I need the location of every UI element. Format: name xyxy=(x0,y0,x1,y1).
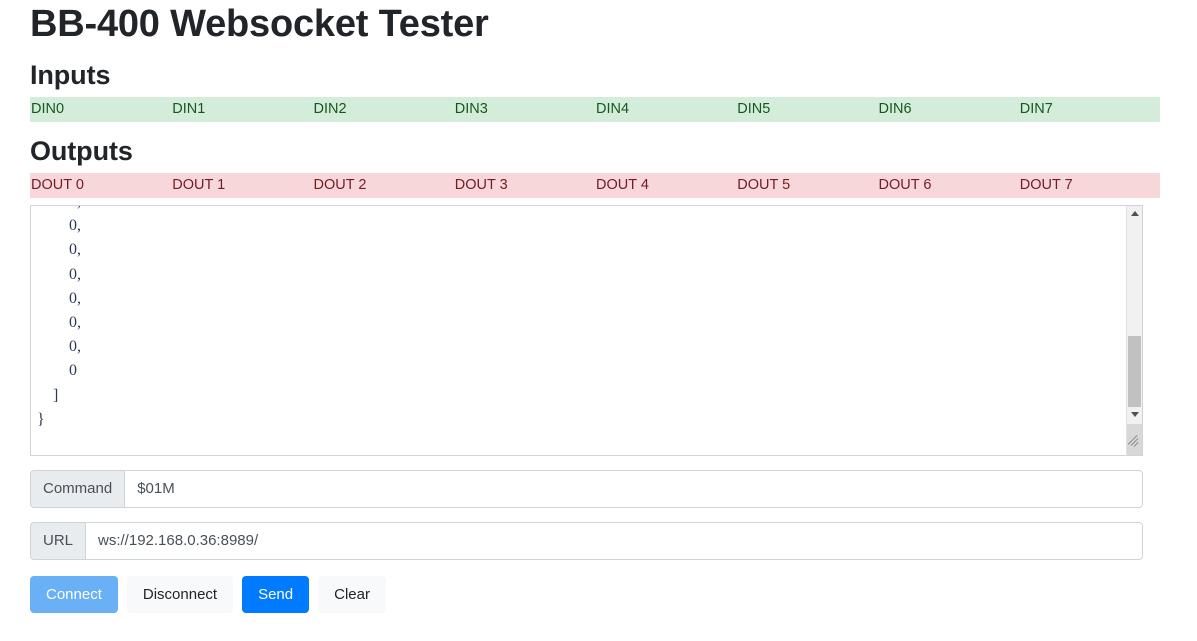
url-input[interactable] xyxy=(85,522,1143,560)
input-channel-din5[interactable]: DIN5 xyxy=(736,97,877,122)
input-channel-din2[interactable]: DIN2 xyxy=(313,97,454,122)
command-input-group: Command xyxy=(30,470,1143,508)
output-channel-dout5[interactable]: DOUT 5 xyxy=(736,173,877,198)
input-channel-din3[interactable]: DIN3 xyxy=(454,97,595,122)
clear-button[interactable]: Clear xyxy=(318,576,386,613)
output-channel-dout1[interactable]: DOUT 1 xyxy=(171,173,312,198)
page-root: BB-400 Websocket Tester Inputs DIN0 DIN1… xyxy=(0,0,1197,613)
disconnect-button[interactable]: Disconnect xyxy=(127,576,233,613)
input-channel-din6[interactable]: DIN6 xyxy=(878,97,1019,122)
output-channel-dout2[interactable]: DOUT 2 xyxy=(313,173,454,198)
url-label: URL xyxy=(30,522,85,560)
triangle-down-icon xyxy=(1131,412,1139,417)
action-button-row: Connect Disconnect Send Clear xyxy=(30,576,1167,613)
inputs-channel-bar: DIN0 DIN1 DIN2 DIN3 DIN4 DIN5 DIN6 DIN7 xyxy=(30,97,1160,122)
outputs-heading: Outputs xyxy=(30,136,1167,167)
page-title: BB-400 Websocket Tester xyxy=(30,0,1167,46)
log-output-textarea[interactable]: 0, 0, 0, 0, 0, 0, 0, 0 ] } xyxy=(30,205,1143,456)
input-channel-din0[interactable]: DIN0 xyxy=(30,97,171,122)
output-channel-dout3[interactable]: DOUT 3 xyxy=(454,173,595,198)
output-channel-dout6[interactable]: DOUT 6 xyxy=(878,173,1019,198)
input-channel-din4[interactable]: DIN4 xyxy=(595,97,736,122)
input-channel-din7[interactable]: DIN7 xyxy=(1019,97,1160,122)
inputs-heading: Inputs xyxy=(30,60,1167,91)
log-output-wrapper: 0, 0, 0, 0, 0, 0, 0, 0 ] } xyxy=(30,205,1143,456)
url-input-group: URL xyxy=(30,522,1143,560)
triangle-up-icon xyxy=(1131,211,1139,216)
outputs-channel-bar: DOUT 0 DOUT 1 DOUT 2 DOUT 3 DOUT 4 DOUT … xyxy=(30,173,1160,198)
command-input[interactable] xyxy=(124,470,1143,508)
log-output-text: 0, 0, 0, 0, 0, 0, 0, 0 ] } xyxy=(31,205,1143,432)
log-scrollbar[interactable] xyxy=(1126,205,1143,456)
input-channel-din1[interactable]: DIN1 xyxy=(171,97,312,122)
connect-button[interactable]: Connect xyxy=(30,576,118,613)
output-channel-dout0[interactable]: DOUT 0 xyxy=(30,173,171,198)
output-channel-dout7[interactable]: DOUT 7 xyxy=(1019,173,1160,198)
command-label: Command xyxy=(30,470,124,508)
output-channel-dout4[interactable]: DOUT 4 xyxy=(595,173,736,198)
send-button[interactable]: Send xyxy=(242,576,309,613)
scroll-up-button[interactable] xyxy=(1127,206,1142,222)
scroll-down-button[interactable] xyxy=(1127,407,1142,423)
resize-grip-icon[interactable] xyxy=(1127,424,1142,455)
